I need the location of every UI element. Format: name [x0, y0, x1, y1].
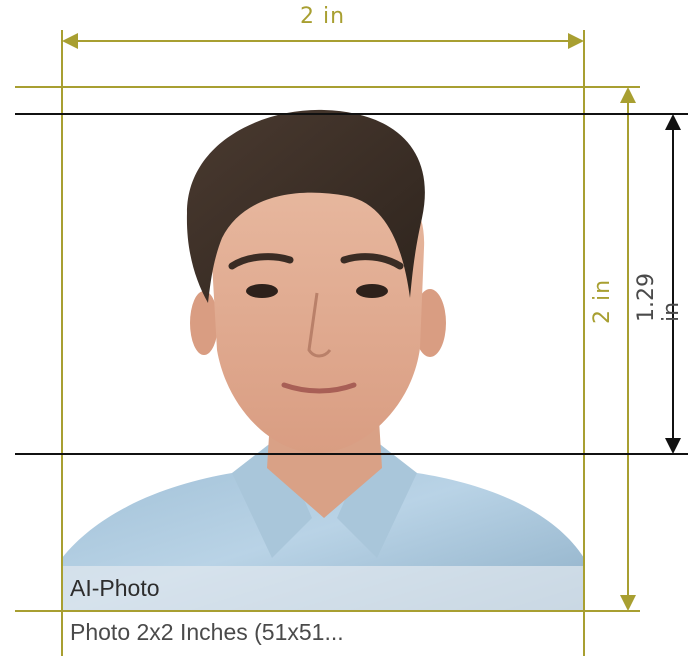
- height-label: 2 in: [590, 278, 615, 324]
- head-height-label: 1.29 in: [634, 273, 684, 322]
- passport-photo-diagram: AI-Photo 2 in 2 in 1.29 in Photo 2x2 Inc…: [0, 0, 700, 656]
- photo-caption-text: AI-Photo: [70, 575, 160, 601]
- width-label: 2 in: [300, 4, 346, 29]
- photo-caption-bar: AI-Photo: [62, 566, 584, 610]
- photo-title[interactable]: Photo 2x2 Inches (51x51...: [70, 619, 344, 646]
- portrait-illustration: [62, 109, 584, 610]
- portrait-photo: AI-Photo: [62, 88, 584, 610]
